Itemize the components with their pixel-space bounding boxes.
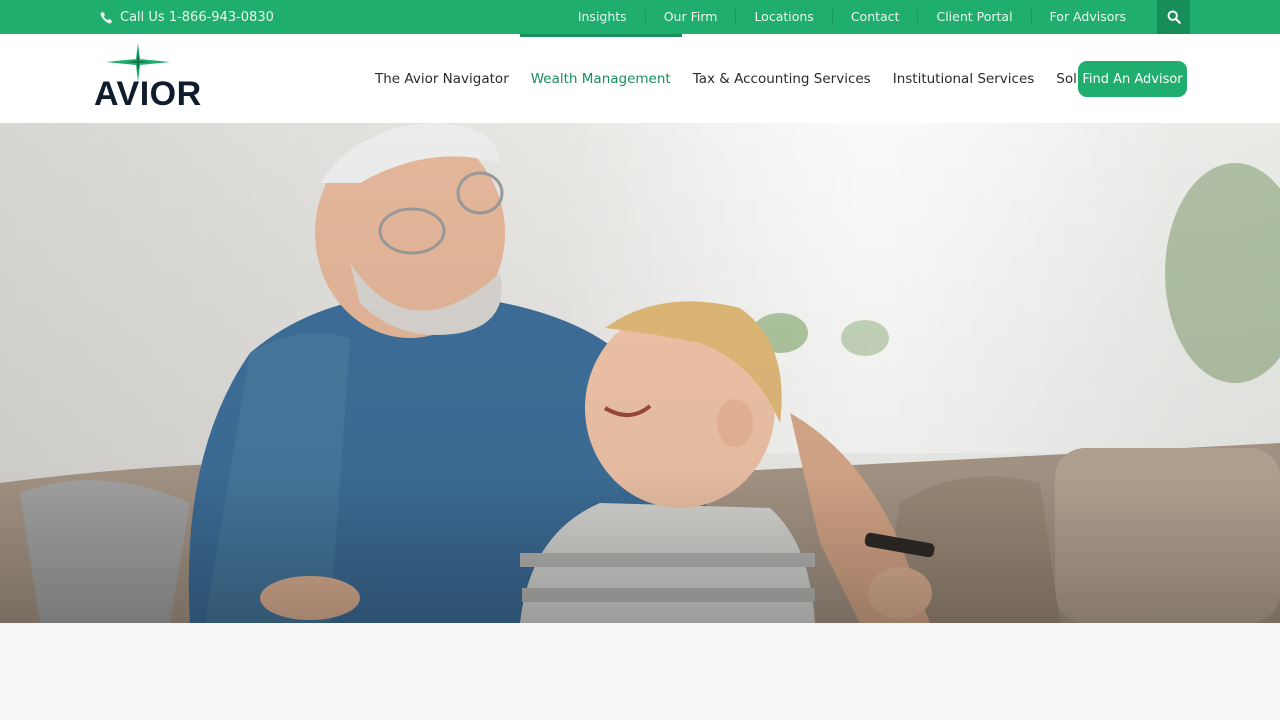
utility-link-insights[interactable]: Insights	[560, 9, 645, 25]
utility-nav: Insights Our Firm Locations Contact Clie…	[560, 0, 1150, 34]
utility-link-locations[interactable]: Locations	[735, 9, 831, 25]
top-utility-bar: Call Us 1-866-943-0830 Insights Our Firm…	[0, 0, 1280, 34]
nav-item-tax-accounting[interactable]: Tax & Accounting Services	[682, 34, 882, 123]
site-header: AVIOR The Avior Navigator Wealth Managem…	[0, 34, 1280, 123]
call-us-link[interactable]: Call Us 1-866-943-0830	[100, 0, 274, 34]
phone-icon	[100, 11, 113, 24]
nav-item-wealth-management[interactable]: Wealth Management	[519, 34, 682, 123]
utility-link-for-advisors[interactable]: For Advisors	[1030, 9, 1150, 25]
phone-label: Call Us 1-866-943-0830	[120, 9, 274, 25]
hero-image	[0, 123, 1280, 623]
utility-link-our-firm[interactable]: Our Firm	[644, 9, 736, 25]
brand-wordmark: AVIOR	[94, 75, 202, 113]
utility-link-contact[interactable]: Contact	[831, 9, 918, 25]
find-an-advisor-button[interactable]: Find An Advisor	[1078, 61, 1187, 97]
nav-item-avior-navigator[interactable]: The Avior Navigator	[364, 34, 520, 123]
utility-link-client-portal[interactable]: Client Portal	[917, 9, 1030, 25]
search-button[interactable]	[1157, 0, 1190, 34]
nav-item-institutional-services[interactable]: Institutional Services	[882, 34, 1046, 123]
avior-logo[interactable]: AVIOR	[94, 41, 206, 113]
hero-illustration	[0, 123, 1280, 623]
search-icon	[1167, 10, 1181, 24]
main-nav: The Avior Navigator Wealth Management Ta…	[364, 34, 1155, 123]
page-content-area	[0, 623, 1280, 720]
